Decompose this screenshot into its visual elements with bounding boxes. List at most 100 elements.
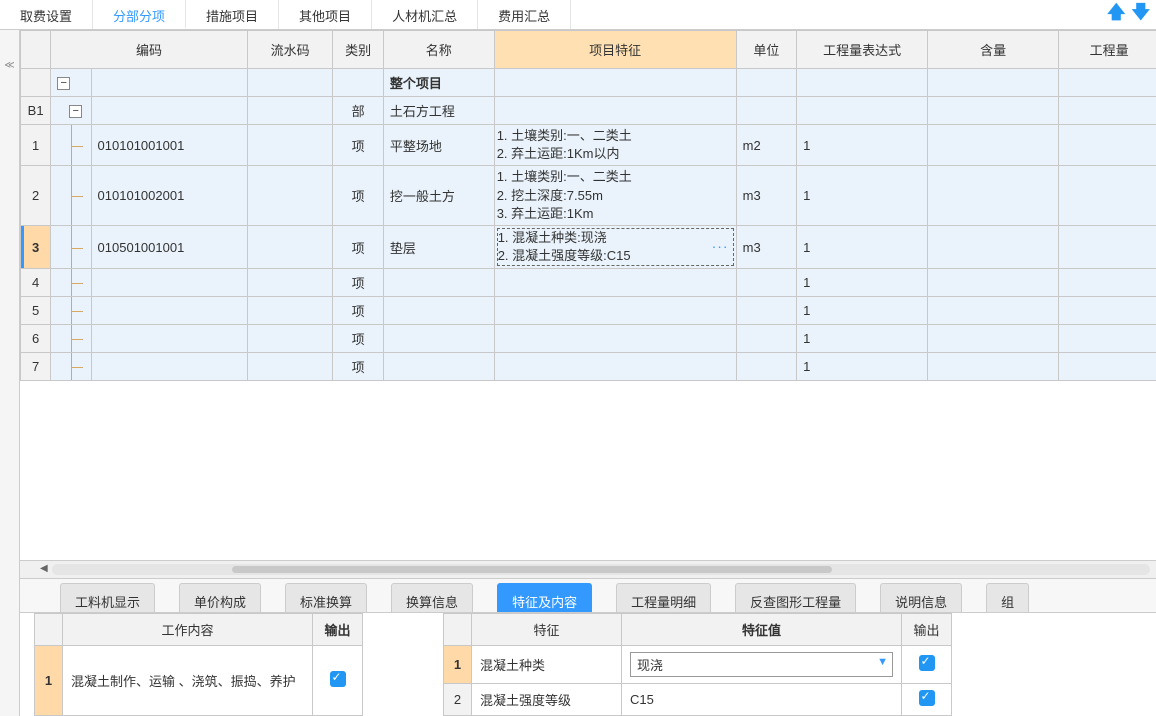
table-row[interactable]: 2 010101002001 项 挖一般土方 1. 土壤类别:一、二类土2. 挖…: [21, 166, 1156, 226]
btab-std-conv[interactable]: 标准换算: [285, 583, 367, 612]
header-output[interactable]: 输出: [313, 614, 363, 646]
cell-eng-qty[interactable]: [1059, 125, 1156, 166]
ellipsis-icon[interactable]: ···: [712, 237, 729, 257]
cell-qty[interactable]: [928, 166, 1059, 226]
cell-output[interactable]: [313, 646, 363, 716]
chevron-down-icon[interactable]: ▼: [877, 656, 888, 668]
cell-name[interactable]: [383, 269, 494, 297]
cell-name[interactable]: [383, 353, 494, 381]
checkbox-checked-icon[interactable]: [919, 690, 935, 706]
btab-qty-detail[interactable]: 工程量明细: [616, 583, 711, 612]
header-name[interactable]: 名称: [383, 31, 494, 69]
cell-output[interactable]: [902, 684, 952, 716]
table-row[interactable]: 1 010101001001 项 平整场地 1. 土壤类别:一、二类土2. 弃土…: [21, 125, 1156, 166]
cell-eng-qty[interactable]: [1059, 353, 1156, 381]
horizontal-scrollbar[interactable]: ◀: [20, 560, 1156, 578]
cell-code[interactable]: [91, 297, 247, 325]
tree-collapse-icon[interactable]: −: [69, 105, 82, 118]
tab-material-summary[interactable]: 人材机汇总: [372, 0, 478, 29]
cell-expr[interactable]: 1: [797, 269, 928, 297]
cell-expr[interactable]: 1: [797, 225, 928, 268]
btab-price[interactable]: 单价构成: [179, 583, 261, 612]
feature-row[interactable]: 2 混凝土强度等级 C15: [444, 684, 952, 716]
btab-conv-info[interactable]: 换算信息: [391, 583, 473, 612]
tab-fee-summary[interactable]: 费用汇总: [478, 0, 571, 29]
cell-qty[interactable]: [928, 269, 1059, 297]
header-eng-qty[interactable]: 工程量: [1059, 31, 1156, 69]
tab-measures[interactable]: 措施项目: [186, 0, 279, 29]
cell-name[interactable]: 挖一般土方: [383, 166, 494, 226]
cell-qty[interactable]: [928, 297, 1059, 325]
cell-eng-qty[interactable]: [1059, 269, 1156, 297]
cell-output[interactable]: [902, 646, 952, 684]
cell-name[interactable]: 平整场地: [383, 125, 494, 166]
table-row[interactable]: 6 项 1: [21, 325, 1156, 353]
table-row[interactable]: 3 010501001001 项 垫层 1. 混凝土种类:现浇2. 混凝土强度等…: [21, 225, 1156, 268]
cell-qty[interactable]: [928, 225, 1059, 268]
cell-expr[interactable]: 1: [797, 125, 928, 166]
tree-collapse-icon[interactable]: −: [57, 77, 70, 90]
cell-code[interactable]: 010101002001: [91, 166, 247, 226]
header-feature[interactable]: 项目特征: [494, 31, 736, 69]
cell-seq[interactable]: [247, 166, 333, 226]
cell-name[interactable]: 垫层: [383, 225, 494, 268]
checkbox-checked-icon[interactable]: [330, 671, 346, 687]
btab-materials[interactable]: 工料机显示: [60, 583, 155, 612]
btab-lookup[interactable]: 反查图形工程量: [735, 583, 856, 612]
header-output[interactable]: 输出: [902, 614, 952, 646]
header-code[interactable]: 编码: [51, 31, 248, 69]
cell-seq[interactable]: [247, 125, 333, 166]
header-feature-value[interactable]: 特征值: [622, 614, 902, 646]
cell-seq[interactable]: [247, 297, 333, 325]
cell-qty[interactable]: [928, 125, 1059, 166]
cell-seq[interactable]: [247, 225, 333, 268]
header-seq[interactable]: 流水码: [247, 31, 333, 69]
table-row[interactable]: 7 项 1: [21, 353, 1156, 381]
sidebar-collapse-toggle[interactable]: ≪: [0, 30, 20, 716]
cell-feature-value[interactable]: 现浇▼: [622, 646, 902, 684]
arrow-down-icon[interactable]: 🡇: [1131, 0, 1150, 30]
btab-group[interactable]: 组: [986, 583, 1029, 612]
header-unit[interactable]: 单位: [736, 31, 796, 69]
cell-expr[interactable]: 1: [797, 297, 928, 325]
header-qty[interactable]: 含量: [928, 31, 1059, 69]
cell-qty[interactable]: [928, 353, 1059, 381]
cell-name[interactable]: [383, 325, 494, 353]
table-row[interactable]: 5 项 1: [21, 297, 1156, 325]
cell-qty[interactable]: [928, 325, 1059, 353]
cell-expr[interactable]: 1: [797, 353, 928, 381]
cell-expr[interactable]: 1: [797, 166, 928, 226]
tab-itemized[interactable]: 分部分项: [93, 0, 186, 29]
table-row-section[interactable]: B1 − 部 土石方工程: [21, 97, 1156, 125]
cell-feature-value[interactable]: C15: [622, 684, 902, 716]
header-work[interactable]: 工作内容: [63, 614, 313, 646]
tab-fee-settings[interactable]: 取费设置: [0, 0, 93, 29]
cell-code[interactable]: [91, 353, 247, 381]
header-category[interactable]: 类别: [333, 31, 383, 69]
tab-other[interactable]: 其他项目: [279, 0, 372, 29]
feature-value-input[interactable]: 现浇▼: [630, 652, 893, 677]
cell-eng-qty[interactable]: [1059, 297, 1156, 325]
cell-eng-qty[interactable]: [1059, 225, 1156, 268]
table-row[interactable]: 4 项 1: [21, 269, 1156, 297]
cell-seq[interactable]: [247, 353, 333, 381]
cell-eng-qty[interactable]: [1059, 325, 1156, 353]
work-row[interactable]: 1 混凝土制作、运输 、浇筑、振捣、养护: [35, 646, 363, 716]
table-row-root[interactable]: − 整个项目: [21, 69, 1156, 97]
cell-expr[interactable]: 1: [797, 325, 928, 353]
cell-code[interactable]: [91, 325, 247, 353]
feature-row[interactable]: 1 混凝土种类 现浇▼: [444, 646, 952, 684]
btab-desc[interactable]: 说明信息: [880, 583, 962, 612]
header-feature[interactable]: 特征: [472, 614, 622, 646]
cell-seq[interactable]: [247, 269, 333, 297]
btab-features[interactable]: 特征及内容: [497, 583, 592, 612]
cell-name[interactable]: [383, 297, 494, 325]
arrow-up-icon[interactable]: 🡅: [1107, 0, 1126, 30]
cell-eng-qty[interactable]: [1059, 166, 1156, 226]
cell-code[interactable]: 010501001001: [91, 225, 247, 268]
checkbox-checked-icon[interactable]: [919, 655, 935, 671]
cell-seq[interactable]: [247, 325, 333, 353]
cell-feature-selected[interactable]: 1. 混凝土种类:现浇2. 混凝土强度等级:C15···: [497, 228, 734, 266]
cell-code[interactable]: [91, 269, 247, 297]
cell-code[interactable]: 010101001001: [91, 125, 247, 166]
